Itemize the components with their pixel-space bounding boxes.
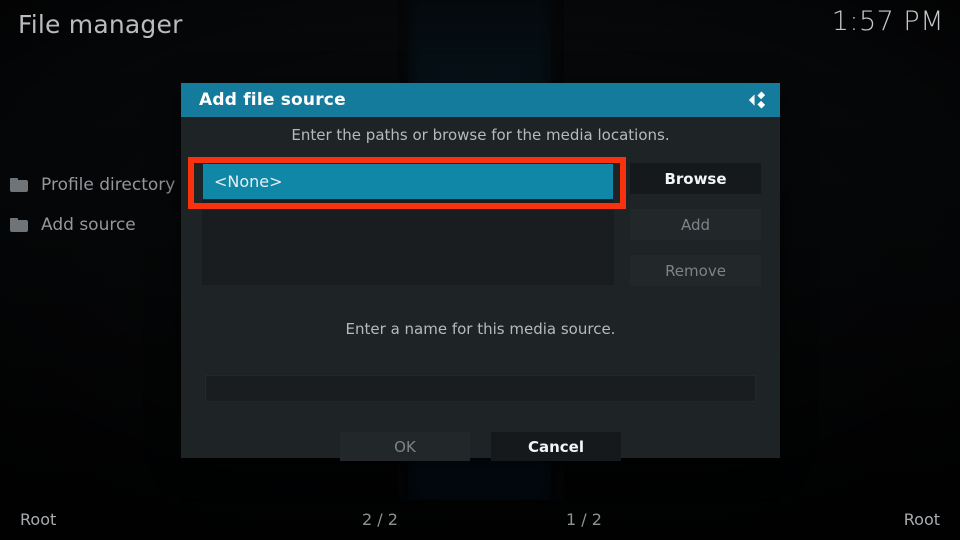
folder-icon (10, 218, 28, 232)
remove-button[interactable]: Remove (630, 255, 761, 286)
browse-button[interactable]: Browse (630, 163, 761, 194)
clock-label: 1:57 PM (831, 6, 944, 37)
cancel-button[interactable]: Cancel (491, 432, 621, 461)
status-left-count: 2 / 2 (362, 510, 398, 529)
status-bar: Root 2 / 2 1 / 2 Root (0, 498, 960, 540)
dialog-body: Enter the paths or browse for the media … (181, 117, 780, 461)
dialog-action-buttons: OK Cancel (181, 432, 780, 461)
add-button[interactable]: Add (630, 209, 761, 240)
media-source-name-input[interactable] (205, 375, 756, 402)
status-right-path: Root (903, 510, 940, 529)
path-side-buttons: Browse Add Remove (630, 163, 761, 301)
name-hint: Enter a name for this media source. (345, 320, 616, 338)
path-entry-label: <None> (214, 172, 283, 191)
list-item-label: Profile directory (41, 175, 176, 195)
dialog-header: Add file source (181, 83, 780, 117)
kodi-screen: File manager 1:57 PM Profile directory A… (0, 0, 960, 540)
list-item-label: Add source (41, 215, 136, 235)
status-left-path: Root (20, 510, 57, 529)
paths-hint: Enter the paths or browse for the media … (291, 126, 670, 144)
dialog-title: Add file source (199, 90, 346, 110)
kodi-logo-icon (748, 91, 766, 109)
path-entry-none[interactable]: <None> (202, 163, 614, 200)
add-file-source-dialog: Add file source Enter the paths or brows… (181, 83, 780, 461)
status-right-count: 1 / 2 (566, 510, 602, 529)
ok-button[interactable]: OK (340, 432, 470, 461)
folder-icon (10, 178, 28, 192)
page-title: File manager (18, 10, 183, 39)
paths-row: <None> Browse Add Remove (181, 163, 780, 288)
